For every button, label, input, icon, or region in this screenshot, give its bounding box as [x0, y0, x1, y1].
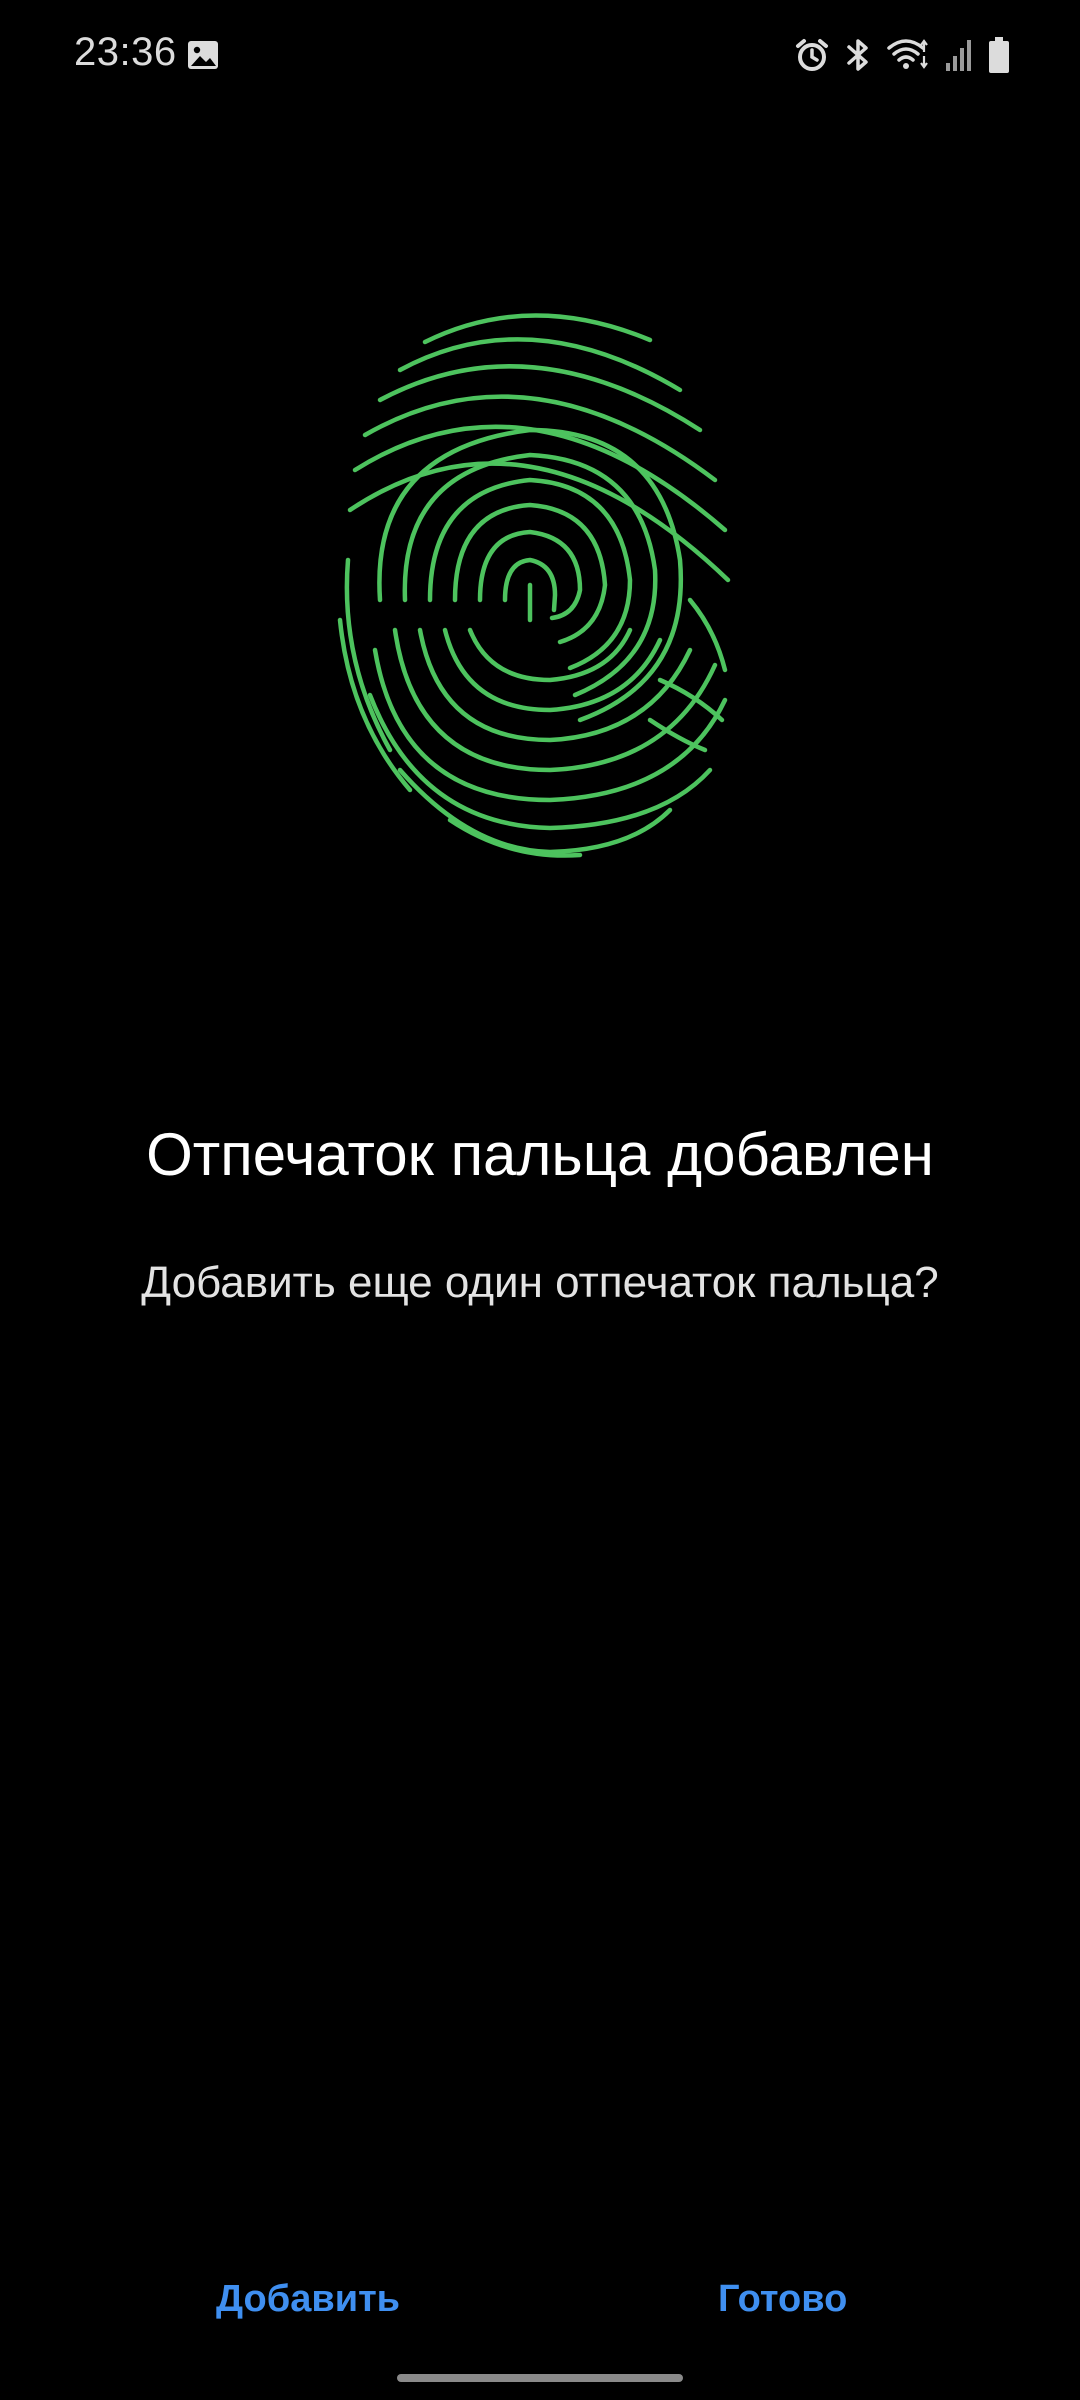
page-title: Отпечаток пальца добавлен [146, 1121, 934, 1188]
battery-icon [989, 37, 1009, 73]
image-icon [188, 41, 218, 69]
done-button[interactable]: Готово [698, 2268, 867, 2331]
status-icons [794, 34, 1010, 76]
status-time: 23:36 [74, 30, 177, 74]
bluetooth-icon [847, 39, 868, 71]
fingerprint-icon [337, 313, 731, 858]
page-subtitle: Добавить еще один отпечаток пальца? [141, 1258, 939, 1307]
add-button[interactable]: Добавить [196, 2268, 420, 2331]
alarm-icon [796, 39, 828, 71]
navigation-handle[interactable] [397, 2374, 683, 2382]
wifi-icon [887, 39, 928, 69]
status-bar: 23:36 [0, 0, 1080, 110]
signal-icon [946, 40, 971, 71]
